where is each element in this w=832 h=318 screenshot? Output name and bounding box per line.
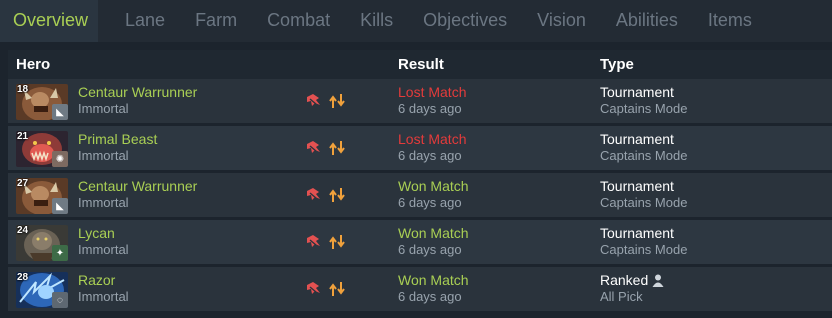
- facet-icon: ◣: [52, 198, 68, 214]
- tab-items[interactable]: Items: [693, 0, 767, 42]
- header-type[interactable]: Type: [600, 56, 634, 73]
- table-row[interactable]: 18 ◣ Centaur Warrunner Immortal Lost Match 6 …: [8, 79, 832, 123]
- hero-rank: Immortal: [78, 289, 129, 304]
- match-result[interactable]: Lost Match: [398, 84, 466, 100]
- hero-level: 18: [17, 84, 29, 95]
- match-type-label: Tournament: [600, 225, 674, 241]
- match-time: 6 days ago: [398, 148, 462, 163]
- match-type-label: Tournament: [600, 84, 674, 100]
- game-mode: Captains Mode: [600, 101, 688, 116]
- match-time: 6 days ago: [398, 101, 462, 116]
- tab-overview[interactable]: Overview: [0, 0, 99, 42]
- match-type-label: Tournament: [600, 131, 674, 147]
- lane-role-icon: [306, 281, 322, 300]
- facet-icon: ◌: [52, 292, 68, 308]
- match-result[interactable]: Won Match: [398, 272, 469, 288]
- lane-role-icon: [306, 234, 322, 253]
- table-row[interactable]: 28 ◌ Razor Immortal Won Match 6 days ago Ranke…: [8, 267, 832, 311]
- hero-level: 28: [17, 272, 29, 283]
- match-time: 6 days ago: [398, 289, 462, 304]
- tab-combat[interactable]: Combat: [252, 0, 345, 42]
- hero-rank: Immortal: [78, 195, 129, 210]
- match-time: 6 days ago: [398, 195, 462, 210]
- tab-kills[interactable]: Kills: [345, 0, 408, 42]
- person-icon: [652, 274, 664, 290]
- match-time: 6 days ago: [398, 242, 462, 257]
- hero-name[interactable]: Primal Beast: [78, 131, 157, 147]
- hero-name[interactable]: Centaur Warrunner: [78, 178, 197, 194]
- match-type: Tournament: [600, 225, 674, 241]
- tab-vision[interactable]: Vision: [522, 0, 601, 42]
- hero-level: 27: [17, 178, 29, 189]
- tab-objectives[interactable]: Objectives: [408, 0, 522, 42]
- game-mode: Captains Mode: [600, 242, 688, 257]
- stats-tab-bar: Overview Lane Farm Combat Kills Objectiv…: [0, 0, 832, 42]
- match-type: Tournament: [600, 131, 674, 147]
- match-result[interactable]: Won Match: [398, 225, 469, 241]
- hero-name[interactable]: Razor: [78, 272, 115, 288]
- lane-role-icon: [306, 93, 322, 112]
- matches-table: Hero Result Type 18 ◣ Centaur Warrunner Imm…: [8, 50, 832, 314]
- lane-outcome-icon: [328, 281, 346, 302]
- tab-lane[interactable]: Lane: [110, 0, 180, 42]
- table-row[interactable]: 21 ✺ Primal Beast Immortal Lost Match 6 days …: [8, 126, 832, 170]
- hero-rank: Immortal: [78, 242, 129, 257]
- match-type-label: Tournament: [600, 178, 674, 194]
- hero-name[interactable]: Lycan: [78, 225, 115, 241]
- match-result[interactable]: Lost Match: [398, 131, 466, 147]
- hero-level: 21: [17, 131, 29, 142]
- match-type-label: Ranked: [600, 272, 649, 288]
- lane-outcome-icon: [328, 234, 346, 255]
- table-body: 18 ◣ Centaur Warrunner Immortal Lost Match 6 …: [8, 79, 832, 311]
- game-mode: Captains Mode: [600, 148, 688, 163]
- lane-role-icon: [306, 187, 322, 206]
- match-type: Ranked: [600, 272, 664, 290]
- facet-icon: ✦: [52, 245, 68, 261]
- game-mode: All Pick: [600, 289, 643, 304]
- hero-rank: Immortal: [78, 148, 129, 163]
- hero-rank: Immortal: [78, 101, 129, 116]
- table-row[interactable]: 27 ◣ Centaur Warrunner Immortal Won Match 6 d…: [8, 173, 832, 217]
- header-hero[interactable]: Hero: [16, 56, 50, 73]
- table-header: Hero Result Type: [8, 50, 832, 79]
- lane-outcome-icon: [328, 140, 346, 161]
- match-type: Tournament: [600, 84, 674, 100]
- table-row[interactable]: 24 ✦ Lycan Immortal Won Match 6 days ago Tourn…: [8, 220, 832, 264]
- facet-icon: ✺: [52, 151, 68, 167]
- lane-role-icon: [306, 140, 322, 159]
- facet-icon: ◣: [52, 104, 68, 120]
- lane-outcome-icon: [328, 93, 346, 114]
- tab-farm[interactable]: Farm: [180, 0, 252, 42]
- match-result[interactable]: Won Match: [398, 178, 469, 194]
- lane-outcome-icon: [328, 187, 346, 208]
- tab-abilities[interactable]: Abilities: [601, 0, 693, 42]
- hero-name[interactable]: Centaur Warrunner: [78, 84, 197, 100]
- hero-level: 24: [17, 225, 29, 236]
- header-result[interactable]: Result: [398, 56, 444, 73]
- match-type: Tournament: [600, 178, 674, 194]
- game-mode: Captains Mode: [600, 195, 688, 210]
